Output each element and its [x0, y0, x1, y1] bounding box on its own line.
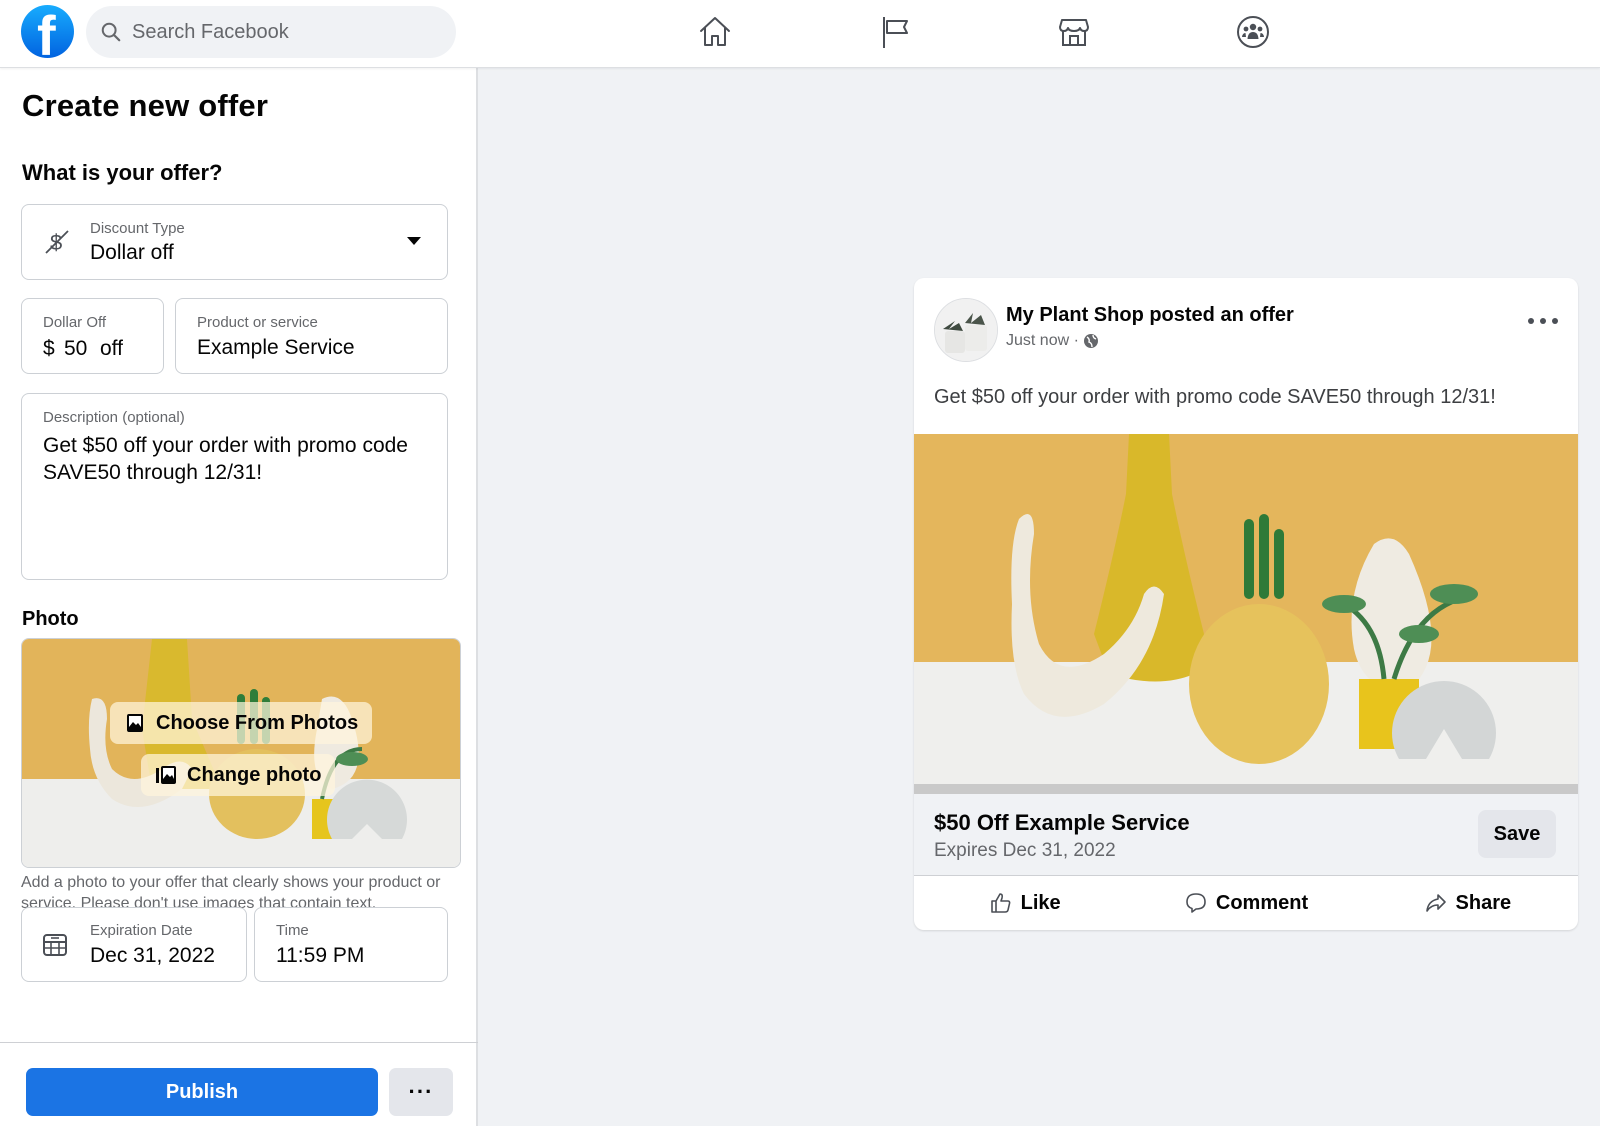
time-label: Time [276, 922, 309, 939]
like-label: Like [1020, 891, 1061, 914]
home-icon [700, 17, 730, 46]
expiration-date-label: Expiration Date [90, 922, 193, 939]
discount-type-dropdown[interactable]: $ Discount Type Dollar off [21, 204, 448, 280]
dollar-off-value[interactable]: 50 [64, 337, 87, 361]
share-icon [1425, 894, 1446, 912]
nav-groups[interactable] [1233, 12, 1273, 52]
offer-preview-card: My Plant Shop posted an offer Just now ·… [914, 278, 1578, 930]
nav-home[interactable] [695, 12, 735, 52]
offer-photo[interactable] [914, 434, 1578, 794]
choose-from-photos-button[interactable]: Choose From Photos [110, 702, 373, 744]
like-button[interactable]: Like [914, 876, 1135, 930]
time-field[interactable]: Time 11:59 PM [254, 907, 448, 982]
time-value: 11:59 PM [276, 944, 365, 967]
save-offer-button[interactable]: Save [1478, 810, 1556, 858]
share-label: Share [1455, 891, 1512, 914]
description-field[interactable]: Description (optional) Get $50 off your … [21, 393, 448, 580]
description-value: Get $50 off your order with promo code S… [43, 434, 408, 484]
photo-label: Photo [22, 608, 79, 630]
facebook-logo-letter: f [37, 5, 56, 59]
more-options-button[interactable]: ··· [389, 1068, 453, 1116]
chevron-down-icon [407, 237, 421, 245]
offer-title[interactable]: $50 Off Example Service [934, 810, 1190, 836]
post-timestamp[interactable]: Just now · [1006, 332, 1079, 350]
comment-label: Comment [1215, 891, 1309, 914]
offer-details-bar: $50 Off Example Service Expires Dec 31, … [914, 794, 1578, 876]
product-service-field[interactable]: Product or service Example Service [175, 298, 448, 374]
dollar-off-field[interactable]: Dollar Off $ 50 off [21, 298, 164, 374]
offer-expiration: Expires Dec 31, 2022 [934, 840, 1116, 861]
search-input[interactable] [132, 20, 432, 44]
groups-icon [1237, 16, 1269, 48]
section-title: What is your offer? [22, 160, 223, 185]
discount-type-value: Dollar off [90, 241, 174, 264]
photos-stack-icon [156, 766, 176, 784]
photo-preview: Choose From Photos Change photo [21, 638, 461, 868]
expiration-date-value: Dec 31, 2022 [90, 944, 215, 967]
post-text: Get $50 off your order with promo code S… [934, 386, 1496, 408]
photo-icon [127, 714, 143, 732]
description-label: Description (optional) [43, 409, 185, 426]
post-more-options-icon[interactable] [1528, 314, 1558, 328]
search-icon [101, 22, 121, 42]
offer-photo-image [914, 434, 1578, 794]
no-dollar-icon: $ [45, 230, 69, 255]
product-service-value: Example Service [197, 336, 355, 359]
product-service-label: Product or service [197, 314, 318, 331]
nav-pages[interactable] [875, 12, 915, 52]
top-navigation-bar: f [0, 0, 1600, 68]
change-photo-button[interactable]: Change photo [141, 754, 336, 796]
calendar-icon [43, 934, 67, 956]
comment-button[interactable]: Comment [1135, 876, 1356, 930]
pages-flag-icon [883, 17, 908, 48]
choose-from-photos-label: Choose From Photos [156, 711, 359, 734]
nav-marketplace[interactable] [1054, 12, 1094, 52]
dollar-off-prefix: $ [43, 337, 55, 360]
post-author[interactable]: My Plant Shop posted an offer [1006, 304, 1294, 327]
thumbs-up-icon [990, 893, 1011, 913]
publish-button[interactable]: Publish [26, 1068, 378, 1116]
share-button[interactable]: Share [1357, 876, 1578, 930]
dollar-off-label: Dollar Off [43, 314, 107, 331]
search-bar[interactable] [86, 6, 456, 58]
post-actions: Like Comment Share [914, 876, 1578, 930]
page-title: Create new offer [22, 88, 269, 123]
plant-shop-avatar-image [935, 299, 997, 361]
comment-icon [1186, 893, 1206, 913]
post-meta: Just now · [1006, 332, 1099, 350]
marketplace-icon [1059, 19, 1089, 46]
footer-divider [0, 1042, 478, 1043]
page-avatar[interactable] [934, 298, 998, 362]
globe-icon [1083, 334, 1098, 348]
facebook-logo[interactable]: f [21, 5, 74, 58]
dollar-off-suffix: off [100, 337, 123, 360]
change-photo-label: Change photo [187, 763, 322, 786]
expiration-date-field[interactable]: Expiration Date Dec 31, 2022 [21, 907, 247, 982]
create-offer-panel: Create new offer What is your offer? $ D… [0, 68, 478, 1126]
discount-type-label: Discount Type [90, 220, 185, 237]
